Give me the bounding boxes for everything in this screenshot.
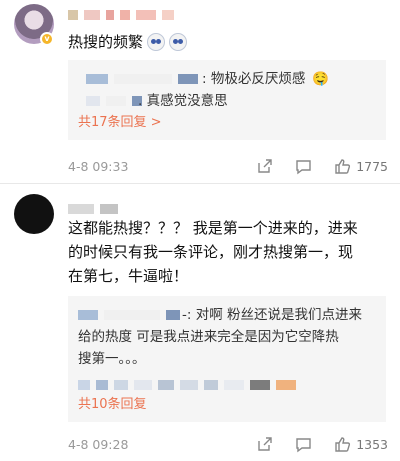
share-icon bbox=[256, 436, 273, 453]
reply-item: : 物极必反厌烦感 🤤 bbox=[78, 68, 376, 90]
reply-box[interactable]: -: 对啊 粉丝还说是我们点进来 给的热度 可是我点进来完全是因为它空降热 搜第… bbox=[68, 296, 386, 422]
like-icon bbox=[334, 436, 351, 453]
comment-button[interactable] bbox=[295, 436, 312, 453]
reply-username-redacted[interactable] bbox=[86, 96, 142, 106]
like-button[interactable]: 1353 bbox=[334, 436, 388, 453]
reply-box[interactable]: : 物极必反厌烦感 🤤 . 真感觉没意思 共17条回复 > bbox=[68, 60, 386, 140]
reply-item: -: 对啊 粉丝还说是我们点进来 bbox=[78, 304, 376, 326]
comment-2: 这都能热搜？？？ 我是第一个进来的，进来 的时候只有我一条评论，刚才热搜第一，现… bbox=[0, 186, 400, 461]
like-button[interactable]: 1775 bbox=[334, 158, 388, 175]
share-button[interactable] bbox=[256, 158, 273, 175]
like-icon bbox=[334, 158, 351, 175]
comment-text: 热搜的频繁 bbox=[68, 30, 188, 54]
emoji-icon bbox=[169, 33, 188, 51]
emoji-icon: 🤤 bbox=[312, 71, 329, 87]
timestamp: 4-8 09:33 bbox=[68, 158, 129, 174]
comment-text: 这都能热搜？？？ 我是第一个进来的，进来 的时候只有我一条评论，刚才热搜第一，现… bbox=[68, 219, 358, 285]
comment-meta: 4-8 09:33 1775 bbox=[68, 155, 388, 177]
more-replies-link[interactable]: 共10条回复 bbox=[78, 394, 376, 416]
avatar[interactable] bbox=[14, 194, 54, 234]
emoji-icon bbox=[147, 33, 166, 51]
divider bbox=[0, 183, 400, 184]
reply-username-redacted[interactable] bbox=[86, 74, 198, 84]
reply-item: . 真感觉没意思 bbox=[78, 90, 376, 112]
comment-meta: 4-8 09:28 1353 bbox=[68, 433, 388, 455]
share-button[interactable] bbox=[256, 436, 273, 453]
verified-badge-icon: v bbox=[40, 32, 54, 46]
comment-1: v 热搜的频繁 : 物极必反厌烦感 🤤 . 真感觉没意思 共17条回复 > 4-… bbox=[0, 0, 400, 182]
comment-icon bbox=[295, 436, 312, 453]
comment-icon bbox=[295, 158, 312, 175]
like-count: 1775 bbox=[356, 158, 388, 174]
reply-username-redacted[interactable] bbox=[78, 310, 180, 320]
timestamp: 4-8 09:28 bbox=[68, 436, 129, 452]
more-replies-link[interactable]: 共17条回复 > bbox=[78, 112, 376, 134]
username-redacted[interactable] bbox=[68, 204, 118, 214]
like-count: 1353 bbox=[356, 436, 388, 452]
comment-button[interactable] bbox=[295, 158, 312, 175]
username-redacted[interactable] bbox=[68, 10, 174, 20]
share-icon bbox=[256, 158, 273, 175]
